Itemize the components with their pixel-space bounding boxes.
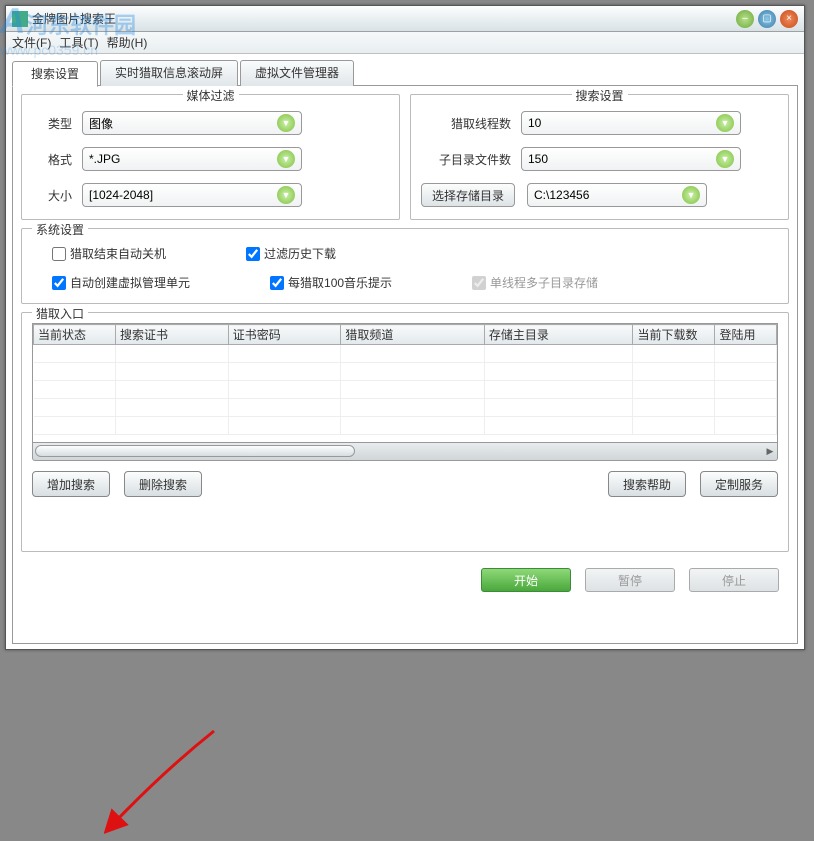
threads-input[interactable]: ▼ [521,111,741,135]
dropdown-icon[interactable]: ▼ [716,150,734,168]
size-label: 大小 [32,187,82,204]
format-value[interactable] [89,152,271,166]
dropdown-icon[interactable]: ▼ [277,114,295,132]
app-icon [12,11,28,27]
delete-search-button[interactable]: 删除搜索 [124,471,202,497]
menu-file[interactable]: 文件(F) [12,34,51,51]
stop-button: 停止 [689,568,779,592]
horizontal-scrollbar[interactable]: ◀ ▶ [32,443,778,461]
size-dropdown[interactable]: ▼ [82,183,302,207]
annotation-arrow [104,721,224,841]
scrollbar-thumb[interactable] [35,445,355,457]
tab-bar: 搜索设置 实时猎取信息滚动屏 虚拟文件管理器 [12,60,798,86]
checkbox-shutdown[interactable]: 猎取结束自动关机 [52,245,166,262]
dir-input[interactable]: ▼ [527,183,707,207]
minimize-button[interactable]: – [736,10,754,28]
search-settings-group: 搜索设置 猎取线程数 ▼ 子目录文件数 ▼ [410,94,789,220]
tab-realtime-scroll[interactable]: 实时猎取信息滚动屏 [100,60,238,86]
add-search-button[interactable]: 增加搜索 [32,471,110,497]
dropdown-icon[interactable]: ▼ [277,150,295,168]
dropdown-icon[interactable]: ▼ [716,114,734,132]
custom-service-button[interactable]: 定制服务 [700,471,778,497]
table-row[interactable] [34,345,777,363]
col-login[interactable]: 登陆用 [715,325,777,345]
table-header-row: 当前状态 搜索证书 证书密码 猎取频道 存储主目录 当前下载数 登陆用 [34,325,777,345]
media-filter-group: 媒体过滤 类型 ▼ 格式 ▼ [21,94,400,220]
threads-label: 猎取线程数 [421,115,521,132]
subdir-input[interactable]: ▼ [521,147,741,171]
size-value[interactable] [89,188,271,202]
format-dropdown[interactable]: ▼ [82,147,302,171]
checkbox-single-thread: 单线程多子目录存储 [472,274,598,291]
scroll-right-icon[interactable]: ▶ [762,444,778,458]
titlebar[interactable]: 金牌图片搜索王 – ▢ × [6,6,804,32]
table-row[interactable] [34,381,777,399]
col-download-count[interactable]: 当前下载数 [633,325,715,345]
entry-group: 猎取入口 当前状态 搜索证书 证书密码 猎取频道 存储主目录 [21,312,789,552]
search-help-button[interactable]: 搜索帮助 [608,471,686,497]
entry-table[interactable]: 当前状态 搜索证书 证书密码 猎取频道 存储主目录 当前下载数 登陆用 [32,323,778,443]
dropdown-icon[interactable]: ▼ [277,186,295,204]
col-status[interactable]: 当前状态 [34,325,116,345]
subdir-label: 子目录文件数 [421,151,521,168]
tab-search-settings[interactable]: 搜索设置 [12,61,98,87]
subdir-value[interactable] [528,152,710,166]
threads-value[interactable] [528,116,710,130]
tab-panel: 媒体过滤 类型 ▼ 格式 ▼ [12,86,798,644]
checkbox-100-music[interactable]: 每猎取100音乐提示 [270,274,392,291]
choose-dir-button[interactable]: 选择存储目录 [421,183,515,207]
close-button[interactable]: × [780,10,798,28]
pause-button: 暂停 [585,568,675,592]
table-row[interactable] [34,399,777,417]
type-dropdown[interactable]: ▼ [82,111,302,135]
menu-help[interactable]: 帮助(H) [107,34,148,51]
col-cert[interactable]: 搜索证书 [115,325,228,345]
type-label: 类型 [32,115,82,132]
system-settings-legend: 系统设置 [32,221,88,238]
col-cert-pwd[interactable]: 证书密码 [228,325,341,345]
col-main-dir[interactable]: 存储主目录 [484,325,633,345]
search-settings-legend: 搜索设置 [571,87,627,104]
system-settings-group: 系统设置 猎取结束自动关机 过滤历史下载 自动创建虚拟管理单元 每猎取100音乐… [21,228,789,304]
maximize-button[interactable]: ▢ [758,10,776,28]
checkbox-auto-virtual[interactable]: 自动创建虚拟管理单元 [52,274,190,291]
table-row[interactable] [34,417,777,435]
checkbox-filter-history[interactable]: 过滤历史下载 [246,245,336,262]
media-filter-legend: 媒体过滤 [182,87,238,104]
resize-grip-icon[interactable]: ◢ [803,652,812,666]
start-button[interactable]: 开始 [481,568,571,592]
entry-legend: 猎取入口 [32,305,88,322]
dropdown-icon[interactable]: ▼ [682,186,700,204]
table-row[interactable] [34,363,777,381]
format-label: 格式 [32,151,82,168]
menu-tools[interactable]: 工具(T) [59,34,98,51]
col-channel[interactable]: 猎取频道 [341,325,484,345]
dir-value[interactable] [534,188,676,202]
menubar: 文件(F) 工具(T) 帮助(H) [6,32,804,54]
window-title: 金牌图片搜索王 [32,10,736,27]
type-value[interactable] [89,116,271,130]
main-window: 金牌图片搜索王 – ▢ × 文件(F) 工具(T) 帮助(H) 搜索设置 实时猎… [5,5,805,650]
tab-virtual-file-manager[interactable]: 虚拟文件管理器 [240,60,354,86]
